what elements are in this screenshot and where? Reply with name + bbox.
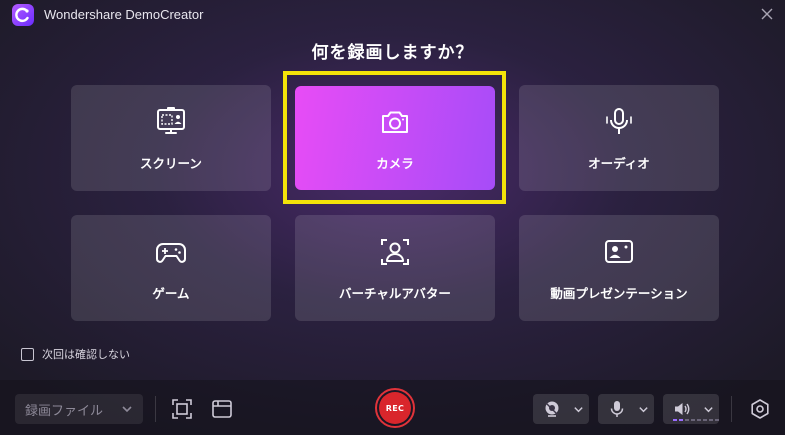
app-title: Wondershare DemoCreator: [44, 7, 204, 22]
audio-level-segment: [679, 419, 683, 421]
app-logo-icon: [12, 4, 34, 26]
recording-file-select-value: 録画ファイル: [25, 403, 104, 419]
microphone-icon: [610, 401, 624, 417]
mode-card-screen[interactable]: スクリーン: [71, 85, 271, 191]
page-heading: 何を録画しますか？: [311, 43, 474, 63]
recording-file-select[interactable]: 録画ファイル: [15, 394, 143, 424]
audio-level-segment: [703, 419, 707, 421]
chevron-down-icon: [122, 406, 132, 413]
mode-card-label: カメラ: [376, 155, 414, 171]
camera-icon: [382, 111, 408, 133]
gamepad-icon: [156, 242, 186, 263]
speaker-icon: [675, 403, 690, 415]
mode-card-label: ゲーム: [152, 285, 190, 301]
close-icon[interactable]: [759, 6, 775, 22]
record-button-label: REC: [379, 392, 411, 424]
chevron-down-icon: [574, 406, 583, 412]
mode-card-video-presentation[interactable]: 動画プレゼンテーション: [519, 215, 719, 321]
record-button[interactable]: REC: [375, 388, 415, 428]
mode-card-game[interactable]: ゲーム: [71, 215, 271, 321]
title-bar: Wondershare DemoCreator: [0, 0, 785, 30]
webcam-icon: [545, 401, 559, 417]
audio-level-meter: [673, 419, 719, 421]
divider: [155, 396, 156, 422]
settings-icon[interactable]: [749, 398, 771, 420]
mode-card-audio[interactable]: オーディオ: [519, 85, 719, 191]
audio-level-segment: [685, 419, 689, 421]
microphone-toggle-button[interactable]: [598, 394, 654, 424]
bottom-toolbar: 録画ファイル REC: [0, 380, 785, 435]
dont-ask-again-option[interactable]: 次回は確認しない: [21, 346, 130, 362]
webcam-toggle-button[interactable]: [533, 394, 589, 424]
presentation-icon: [605, 239, 633, 263]
avatar-icon: [381, 238, 409, 265]
chevron-down-icon: [639, 406, 648, 412]
mode-card-label: スクリーン: [140, 155, 202, 171]
dont-ask-again-label: 次回は確認しない: [42, 348, 130, 361]
chevron-down-icon: [704, 406, 713, 412]
audio-level-segment: [709, 419, 713, 421]
mode-card-label: バーチャルアバター: [339, 285, 451, 301]
mode-card-label: オーディオ: [588, 155, 650, 171]
region-capture-icon[interactable]: [171, 398, 193, 420]
audio-level-segment: [697, 419, 701, 421]
audio-level-segment: [673, 419, 677, 421]
audio-level-segment: [691, 419, 695, 421]
divider: [731, 396, 732, 422]
microphone-icon: [606, 107, 632, 134]
audio-level-segment: [715, 419, 719, 421]
screen-record-icon: [157, 106, 185, 134]
mode-card-virtual-avatar[interactable]: バーチャルアバター: [295, 215, 495, 321]
dont-ask-again-checkbox[interactable]: [21, 347, 34, 361]
mode-card-label: 動画プレゼンテーション: [550, 285, 688, 301]
mode-card-camera[interactable]: カメラ: [295, 86, 495, 190]
window-capture-icon[interactable]: [211, 398, 233, 420]
